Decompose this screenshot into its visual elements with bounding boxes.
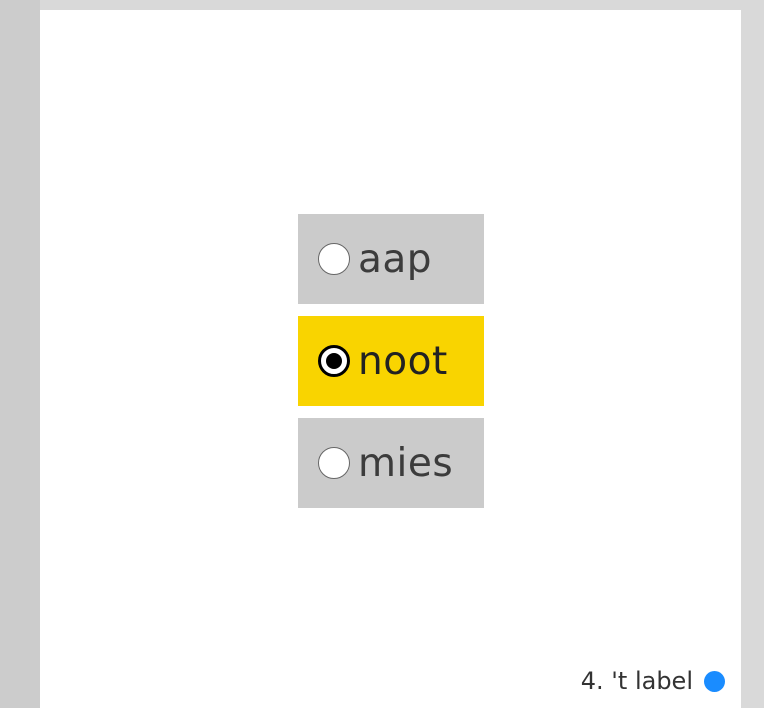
radio-group: aap noot mies — [298, 214, 484, 520]
radio-option-label: aap — [358, 236, 433, 282]
radio-option-label: mies — [358, 440, 454, 486]
radio-option-mies[interactable]: mies — [298, 418, 484, 508]
radio-button[interactable] — [318, 243, 350, 275]
radio-option-label: noot — [358, 338, 448, 384]
question-label: 4. 't label — [580, 667, 693, 695]
radio-option-aap[interactable]: aap — [298, 214, 484, 304]
radio-option-noot[interactable]: noot — [298, 316, 484, 406]
question-label-footer: 4. 't label — [581, 667, 725, 695]
left-gutter — [0, 0, 40, 708]
radio-button-selected[interactable] — [318, 345, 350, 377]
status-dot-icon — [704, 670, 725, 692]
radio-button[interactable] — [318, 447, 350, 479]
content-panel: aap noot mies 4. 't label — [40, 10, 741, 708]
